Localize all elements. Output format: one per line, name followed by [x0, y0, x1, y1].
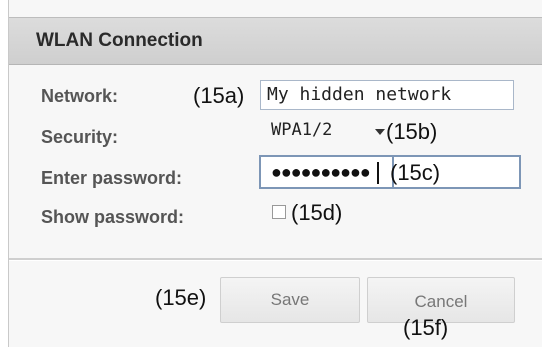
password-input[interactable]: ●●●●●●●●●● [259, 155, 394, 189]
divider [9, 258, 542, 261]
security-callout: (15b) [386, 119, 438, 144]
password-label: Enter password: [41, 168, 183, 188]
cancel-callout: (15f) [403, 315, 449, 340]
password-masked-value: ●●●●●●●●●● [271, 162, 371, 182]
dialog-title-bar: WLAN Connection [9, 17, 542, 65]
security-select[interactable]: WPA1/2 [271, 120, 391, 146]
network-input[interactable]: My hidden network [260, 80, 514, 110]
save-button[interactable]: Save [220, 277, 360, 323]
show-password-label: Show password: [41, 207, 185, 227]
network-label: Network: [41, 86, 119, 106]
wlan-connection-dialog: WLAN Connection Network: (15a) My hidden… [8, 0, 542, 347]
chevron-down-icon [375, 129, 385, 135]
save-callout: (15e) [155, 285, 207, 310]
text-cursor [377, 162, 379, 184]
password-callout: (15c) [390, 160, 441, 185]
network-callout: (15a) [193, 83, 245, 108]
show-password-checkbox[interactable] [272, 205, 286, 219]
security-label: Security: [41, 127, 119, 147]
security-selected-value: WPA1/2 [271, 120, 333, 140]
dialog-title: WLAN Connection [36, 30, 203, 51]
show-password-callout: (15d) [291, 200, 343, 225]
